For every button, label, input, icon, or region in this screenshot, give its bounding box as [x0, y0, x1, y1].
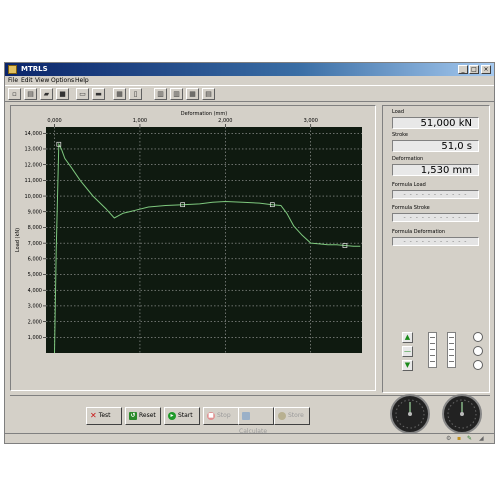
stroke-readout: 51,0 s	[392, 140, 479, 152]
title-bar: MTRLS _ □ ×	[5, 63, 494, 76]
plot-area	[46, 127, 362, 353]
open-folder-icon[interactable]: ▰	[40, 88, 53, 100]
deformation-readout: 1,530 mm	[392, 164, 479, 176]
y-axis-label: Load (kN)	[15, 228, 21, 252]
stroke-label: Stroke	[392, 132, 408, 138]
formula-stroke-readout: - - - - - - - - - - -	[392, 213, 479, 222]
test-button[interactable]: ✕ Test	[86, 407, 122, 425]
menu-help[interactable]: Help	[75, 77, 89, 84]
new-file-icon[interactable]: ▫	[8, 88, 21, 100]
jog-down-button[interactable]: ▼	[402, 360, 413, 371]
load-deformation-chart: 0,000 1,000 2,000 3,000 1,000 2,000 3,000 4,000…	[15, 111, 362, 354]
y-tick-label: 11,000	[25, 178, 43, 184]
menu-view[interactable]: View	[35, 77, 49, 84]
app-window: MTRLS _ □ × File Edit View Options Help …	[4, 62, 495, 444]
play-icon: ▸	[168, 411, 176, 420]
print-preview-icon[interactable]: ▭	[76, 88, 89, 100]
reset-icon: ↺	[129, 411, 137, 420]
y-tick-label: 3,000	[28, 304, 42, 310]
y-tick-label: 10,000	[25, 194, 43, 200]
menu-edit[interactable]: Edit	[21, 77, 33, 84]
app-icon	[8, 65, 17, 74]
calculator-icon	[242, 411, 250, 420]
x-tick-label: 2,000	[218, 118, 232, 124]
save-icon[interactable]: ■	[56, 88, 69, 100]
formula-deformation-label: Formula Deformation	[392, 229, 446, 235]
y-tick-label: 1,000	[28, 335, 42, 341]
menu-options[interactable]: Options	[51, 77, 74, 84]
jog-stop-button[interactable]: —	[402, 346, 413, 357]
formula-load-readout: - - - - - - - - - - -	[392, 190, 479, 199]
store-button-label: Store	[288, 412, 304, 419]
reset-button[interactable]: ↺ Reset	[125, 407, 161, 425]
window-title: MTRLS	[21, 65, 48, 73]
chart-panel: 0,000 1,000 2,000 3,000 1,000 2,000 3,000 4,000…	[10, 105, 376, 391]
y-tick-label: 2,000	[28, 319, 42, 325]
test-button-label: Test	[98, 412, 111, 419]
close-button[interactable]: ×	[481, 65, 491, 74]
x-tick-label: 1,000	[133, 118, 147, 124]
view-2-icon[interactable]: ▥	[170, 88, 183, 100]
action-bar: ✕ Test ↺ Reset ▸ Start ■ Stop Calculate Stor…	[10, 395, 490, 436]
page-icon[interactable]: ▯	[129, 88, 142, 100]
start-button[interactable]: ▸ Start	[164, 407, 200, 425]
speed-slider-2[interactable]	[447, 332, 456, 368]
status-resize-icon: ◢	[479, 435, 484, 442]
mode-radio-1[interactable]	[473, 332, 483, 342]
open-file-icon[interactable]: ▤	[24, 88, 37, 100]
mode-radio-3[interactable]	[473, 360, 483, 370]
view-3-icon[interactable]: ▦	[186, 88, 199, 100]
reset-button-label: Reset	[139, 412, 156, 419]
menu-bar: File Edit View Options Help	[5, 76, 494, 85]
maximize-button[interactable]: □	[469, 65, 479, 74]
store-icon	[278, 411, 286, 420]
formula-load-label: Formula Load	[392, 182, 426, 188]
stop-button[interactable]: ■ Stop	[203, 407, 239, 425]
mode-radio-2[interactable]	[473, 346, 483, 356]
load-readout: 51,000 kN	[392, 117, 479, 129]
formula-deformation-readout: - - - - - - - - - - -	[392, 237, 479, 246]
store-button[interactable]: Store	[274, 407, 310, 425]
view-1-icon[interactable]: ▥	[154, 88, 167, 100]
calculate-button[interactable]: Calculate	[238, 407, 274, 435]
start-button-label: Start	[178, 412, 193, 419]
y-tick-label: 13,000	[25, 147, 43, 153]
readout-panel: Load 51,000 kN Stroke 51,0 s Deformation…	[382, 105, 490, 434]
minimize-button[interactable]: _	[458, 65, 468, 74]
speed-slider-1[interactable]	[428, 332, 437, 368]
y-tick-label: 8,000	[28, 225, 42, 231]
x-tick-label: 0,000	[47, 118, 61, 124]
chart-title: Deformation (mm)	[181, 111, 228, 117]
stop-button-label: Stop	[217, 412, 231, 419]
deformation-label: Deformation	[392, 156, 424, 162]
view-4-icon[interactable]: ▤	[202, 88, 215, 100]
load-label: Load	[392, 109, 404, 115]
y-tick-label: 5,000	[28, 272, 42, 278]
status-bar: ⚙ ▪ ✎ ◢	[5, 433, 494, 444]
export-icon[interactable]: ▦	[113, 88, 126, 100]
x-tick-label: 3,000	[304, 118, 318, 124]
formula-stroke-label: Formula Stroke	[392, 205, 430, 211]
print-icon[interactable]: ▬	[92, 88, 105, 100]
y-tick-label: 6,000	[28, 257, 42, 263]
y-tick-label: 12,000	[25, 162, 43, 168]
jog-up-button[interactable]: ▲	[402, 332, 413, 343]
y-tick-label: 7,000	[28, 241, 42, 247]
menu-file[interactable]: File	[8, 77, 18, 84]
status-tool-icon: ⚙	[446, 435, 452, 442]
stop-icon: ■	[207, 411, 215, 420]
y-tick-label: 9,000	[28, 209, 42, 215]
y-tick-label: 14,000	[25, 131, 43, 137]
status-lock-icon: ▪	[457, 435, 462, 442]
toolbar: ▫ ▤ ▰ ■ ▭ ▬ ▦ ▯ ▥ ▥ ▦ ▤	[5, 85, 494, 102]
status-link-icon: ✎	[467, 435, 473, 442]
y-tick-label: 4,000	[28, 288, 42, 294]
x-icon: ✕	[90, 410, 97, 420]
